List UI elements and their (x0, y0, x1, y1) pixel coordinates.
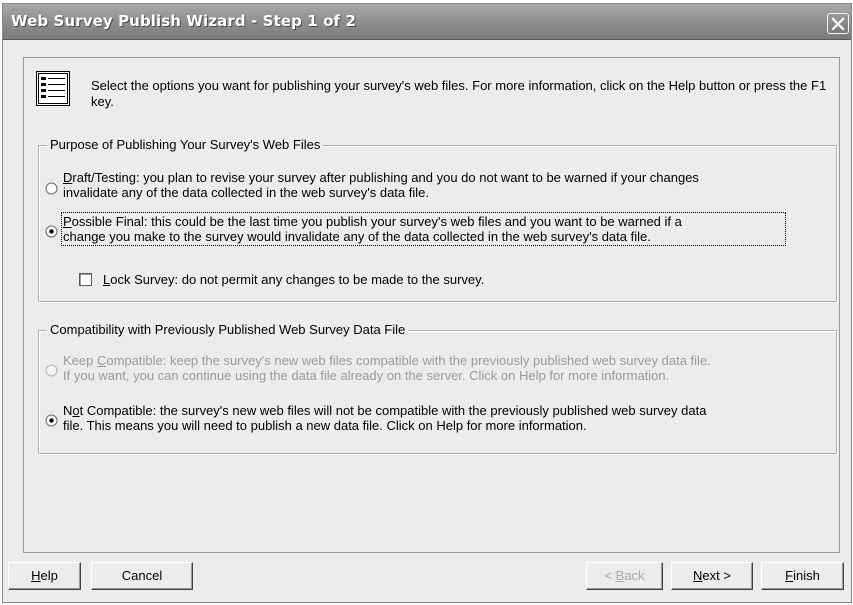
keep-compatible-label: Keep Compatible: keep the survey's new w… (63, 353, 711, 383)
window-title: Web Survey Publish Wizard - Step 1 of 2 (11, 12, 356, 30)
close-icon (831, 17, 845, 31)
keep-compatible-radio[interactable] (45, 364, 58, 377)
draft-testing-option[interactable]: Draft/Testing: you plan to revise your s… (39, 168, 834, 202)
purpose-group-legend: Purpose of Publishing Your Survey's Web … (47, 137, 324, 153)
back-button[interactable]: < Back (586, 562, 663, 590)
finish-button[interactable]: Finish (761, 562, 844, 590)
draft-radio[interactable] (45, 182, 58, 195)
next-button[interactable]: Next > (671, 562, 753, 590)
lock-survey-checkbox[interactable] (79, 273, 92, 286)
purpose-group: Purpose of Publishing Your Survey's Web … (38, 137, 837, 302)
title-bar[interactable]: Web Survey Publish Wizard - Step 1 of 2 (3, 4, 851, 40)
wizard-content: Select the options you want for publishi… (23, 57, 840, 553)
compat-group-legend: Compatibility with Previously Published … (47, 322, 409, 338)
not-compatible-label: Not Compatible: the survey's new web fil… (63, 403, 707, 433)
keep-compatible-option[interactable]: Keep Compatible: keep the survey's new w… (39, 353, 834, 387)
lock-survey-option[interactable]: Lock Survey: do not permit any changes t… (79, 272, 579, 290)
help-button[interactable]: Help (8, 562, 81, 590)
close-button[interactable] (827, 13, 849, 34)
not-compatible-option[interactable]: Not Compatible: the survey's new web fil… (39, 403, 834, 437)
wizard-window: Web Survey Publish Wizard - Step 1 of 2 (2, 3, 852, 603)
possible-final-radio[interactable] (45, 225, 58, 238)
not-compatible-radio[interactable] (45, 414, 58, 427)
compat-group: Compatibility with Previously Published … (38, 322, 837, 454)
possible-final-label: Possible Final: this could be the last t… (61, 212, 786, 246)
intro-text: Select the options you want for publishi… (91, 78, 827, 109)
lock-survey-label: Lock Survey: do not permit any changes t… (103, 272, 485, 287)
cancel-button[interactable]: Cancel (91, 562, 193, 590)
draft-option-label: Draft/Testing: you plan to revise your s… (63, 170, 699, 200)
form-icon (36, 71, 70, 106)
possible-final-option[interactable]: Possible Final: this could be the last t… (39, 212, 834, 248)
